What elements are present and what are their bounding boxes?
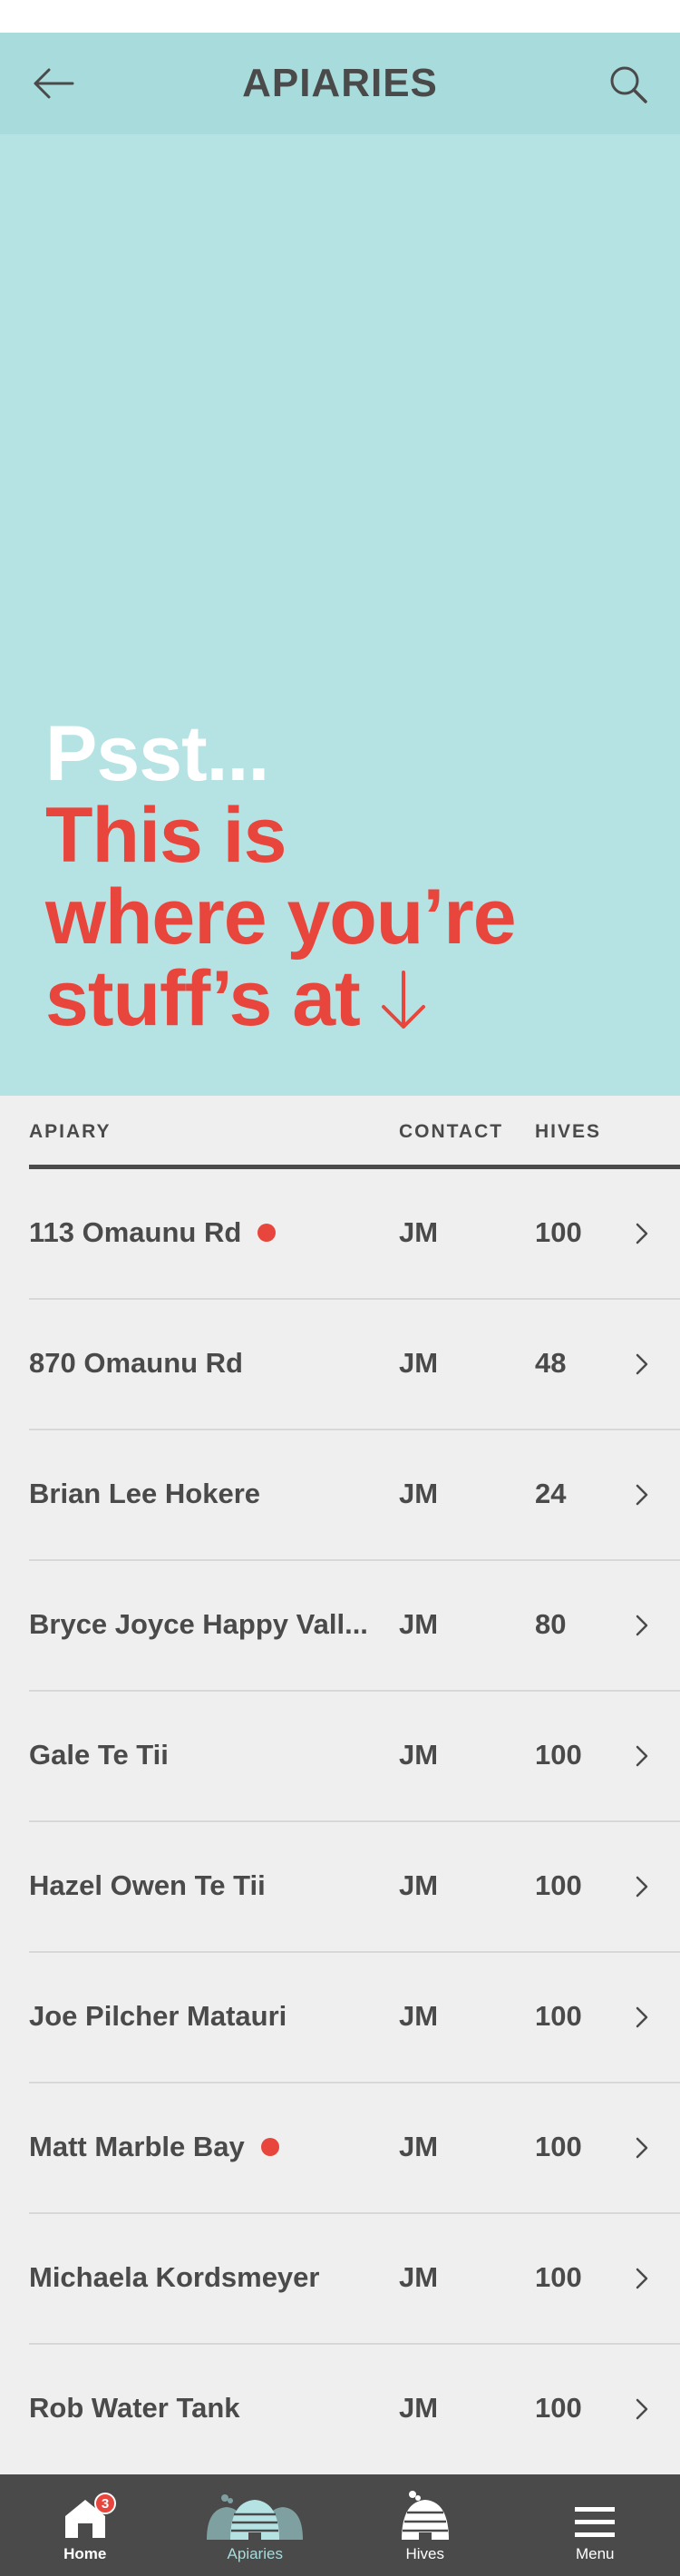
apiary-name-text: Hazel Owen Te Tii: [29, 1869, 266, 1901]
apiary-name-text: Matt Marble Bay: [29, 2131, 245, 2162]
apiary-name-text: Michaela Kordsmeyer: [29, 2261, 320, 2293]
apiary-name: Rob Water Tank: [29, 2392, 240, 2425]
apiary-name-text: Bryce Joyce Happy Vall...: [29, 1608, 368, 1640]
apiary-name-text: Rob Water Tank: [29, 2392, 240, 2424]
tab-menu-label: Menu: [575, 2545, 615, 2562]
tab-apiaries[interactable]: Apiaries: [170, 2474, 341, 2576]
contact-initials: JM: [399, 1347, 439, 1379]
table-row[interactable]: Bryce Joyce Happy Vall... JM 80: [29, 1561, 680, 1692]
hero-banner: Psst... This is where you’re stuff’s at: [0, 134, 680, 1096]
search-icon: [610, 66, 647, 103]
hive-count: 80: [535, 1608, 567, 1640]
table-body: 113 Omaunu Rd JM 100 870 Omaunu Rd JM 48 Brian…: [0, 1169, 680, 2475]
table-row[interactable]: Hazel Owen Te Tii JM 100: [29, 1822, 680, 1953]
page-title: APIARIES: [242, 61, 438, 105]
apiary-name-text: 870 Omaunu Rd: [29, 1347, 243, 1379]
table-row[interactable]: 870 Omaunu Rd JM 48: [29, 1300, 680, 1430]
table-row[interactable]: 113 Omaunu Rd JM 100: [29, 1169, 680, 1300]
apiary-name: 113 Omaunu Rd: [29, 1216, 277, 1249]
apiaries-icon: [207, 2494, 304, 2540]
apiary-name: Michaela Kordsmeyer: [29, 2261, 319, 2294]
apiary-name: 870 Omaunu Rd: [29, 1347, 243, 1380]
contact-initials: JM: [399, 2392, 439, 2424]
contact-initials: JM: [399, 1739, 439, 1771]
tab-hives-label: Hives: [405, 2545, 444, 2562]
apiary-name: Hazel Owen Te Tii: [29, 1869, 266, 1902]
search-button[interactable]: [600, 56, 656, 112]
table-row[interactable]: Gale Te Tii JM 100: [29, 1692, 680, 1822]
chevron-right-icon: [636, 2398, 648, 2420]
alert-dot: [257, 1224, 277, 1242]
tab-hives[interactable]: Hives: [340, 2474, 510, 2576]
hive-count: 100: [535, 1869, 582, 1901]
apiary-name: Joe Pilcher Matauri: [29, 2000, 287, 2033]
contact-initials: JM: [399, 1869, 439, 1901]
hive-count: 24: [535, 1478, 567, 1509]
hive-count: 100: [535, 2261, 582, 2293]
hero-line-3: where you’re: [45, 873, 517, 961]
chevron-right-icon: [636, 2268, 648, 2289]
top-app-bar: APIARIES: [0, 33, 680, 134]
apiary-table: APIARY CONTACT HIVES 113 Omaunu Rd JM 100 8…: [0, 1096, 680, 2474]
contact-initials: JM: [399, 2131, 439, 2162]
tab-home-label: Home: [63, 2545, 107, 2562]
column-header-apiary[interactable]: APIARY: [29, 1121, 112, 1143]
menu-icon: [575, 2507, 616, 2537]
hive-count: 48: [535, 1347, 567, 1379]
hive-count: 100: [535, 2131, 582, 2162]
chevron-right-icon: [636, 2006, 648, 2028]
contact-initials: JM: [399, 1478, 439, 1509]
contact-initials: JM: [399, 2000, 439, 2032]
hero-line-1: Psst...: [45, 710, 269, 797]
table-row[interactable]: Matt Marble Bay JM 100: [29, 2083, 680, 2214]
apiary-name-text: 113 Omaunu Rd: [29, 1216, 242, 1248]
table-header: APIARY CONTACT HIVES: [0, 1096, 680, 1169]
contact-initials: JM: [399, 1216, 439, 1248]
hive-count: 100: [535, 2000, 582, 2032]
notification-badge: 3: [94, 2493, 116, 2514]
column-header-contact[interactable]: CONTACT: [399, 1121, 503, 1143]
apiary-name-text: Joe Pilcher Matauri: [29, 2000, 287, 2032]
arrow-left-icon: [34, 68, 74, 99]
hero-line-4: stuff’s at: [45, 955, 361, 1042]
alert-dot: [260, 2138, 279, 2156]
apiary-name: Brian Lee Hokere: [29, 1478, 260, 1510]
apiary-name: Gale Te Tii: [29, 1739, 169, 1771]
status-strip: [0, 0, 680, 33]
hive-icon: [401, 2491, 449, 2540]
tab-home[interactable]: 3 Home: [0, 2474, 170, 2576]
contact-initials: JM: [399, 2261, 439, 2293]
chevron-right-icon: [636, 1223, 648, 1244]
hive-count: 100: [535, 1739, 582, 1771]
contact-initials: JM: [399, 1608, 439, 1640]
back-button[interactable]: [24, 58, 83, 109]
table-row[interactable]: Rob Water Tank JM 100: [29, 2345, 680, 2475]
tab-apiaries-label: Apiaries: [227, 2545, 283, 2562]
chevron-right-icon: [636, 1615, 648, 1636]
chevron-right-icon: [636, 1876, 648, 1898]
column-header-hives[interactable]: HIVES: [535, 1121, 601, 1143]
apiary-name-text: Brian Lee Hokere: [29, 1478, 260, 1509]
apiary-name-text: Gale Te Tii: [29, 1739, 169, 1771]
chevron-right-icon: [636, 1484, 648, 1506]
hero-message: Psst... This is where you’re stuff’s at: [45, 710, 517, 1045]
hive-count: 100: [535, 2392, 582, 2424]
hero-line-4-wrap: stuff’s at: [45, 958, 516, 1045]
apiary-name: Bryce Joyce Happy Vall...: [29, 1608, 368, 1641]
hive-count: 100: [535, 1216, 582, 1248]
tab-menu[interactable]: Menu: [510, 2474, 680, 2576]
hero-line-2: This is: [45, 792, 287, 879]
chevron-right-icon: [636, 1745, 648, 1767]
arrow-down-icon: [380, 963, 427, 1045]
bottom-tab-bar: 3 Home Apiaries Hives Menu: [0, 2474, 680, 2576]
apiary-name: Matt Marble Bay: [29, 2131, 279, 2163]
table-row[interactable]: Michaela Kordsmeyer JM 100: [29, 2214, 680, 2345]
chevron-right-icon: [636, 2137, 648, 2159]
chevron-right-icon: [636, 1353, 648, 1375]
table-row[interactable]: Joe Pilcher Matauri JM 100: [29, 1953, 680, 2083]
table-row[interactable]: Brian Lee Hokere JM 24: [29, 1430, 680, 1561]
